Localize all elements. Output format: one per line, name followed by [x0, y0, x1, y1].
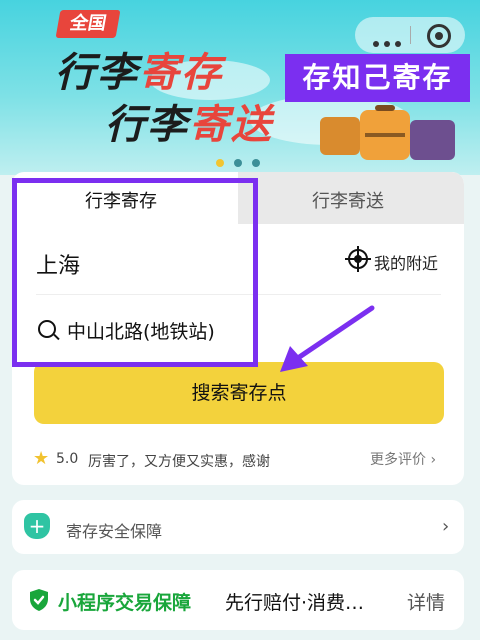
review-snippet: 厉害了，又方便又实惠，感谢	[88, 454, 270, 470]
annotation-arrow	[280, 305, 375, 372]
carousel-dot	[252, 159, 260, 167]
annotation-highlight-box	[12, 178, 258, 367]
hero-banner[interactable]: 全国 行李寄存 行李寄送 存知己寄存	[0, 0, 480, 175]
rating-value: 5.0	[56, 451, 79, 467]
details-link[interactable]: 详情	[407, 588, 445, 615]
star-icon: ★	[33, 448, 50, 469]
carousel-dot	[234, 159, 242, 167]
miniapp-capsule[interactable]	[355, 17, 465, 53]
shield-plus-icon: +	[24, 513, 50, 539]
tab-delivery[interactable]: 行李寄送	[312, 187, 384, 213]
chevron-right-icon: ›	[442, 516, 450, 537]
national-badge: 全国	[55, 10, 121, 38]
more-icon[interactable]	[373, 32, 406, 51]
nearby-button[interactable]: 我的附近	[374, 250, 438, 274]
search-storage-button[interactable]: 搜索寄存点	[34, 362, 444, 424]
more-reviews-link[interactable]: 更多评价 ›	[370, 449, 436, 469]
green-shield-icon	[30, 589, 48, 611]
miniprogram-guarantee-title: 小程序交易保障	[58, 592, 192, 614]
banner-title-storage: 行李寄存	[55, 50, 223, 96]
luggage-illustration	[320, 105, 455, 160]
carousel-indicator	[216, 152, 270, 171]
banner-title-delivery: 行李寄送	[105, 102, 273, 148]
miniprogram-guarantee-desc: 先行赔付·消费…	[225, 592, 365, 614]
promo-label: 存知己寄存	[285, 54, 470, 102]
chevron-right-icon: ›	[430, 452, 437, 468]
more-reviews-label: 更多评价	[370, 452, 426, 468]
safety-guarantee-label: 寄存安全保障	[66, 522, 163, 541]
location-target-icon[interactable]	[345, 246, 371, 272]
carousel-dot	[216, 159, 224, 167]
close-miniapp-icon[interactable]	[427, 24, 451, 48]
capsule-divider	[410, 26, 411, 44]
